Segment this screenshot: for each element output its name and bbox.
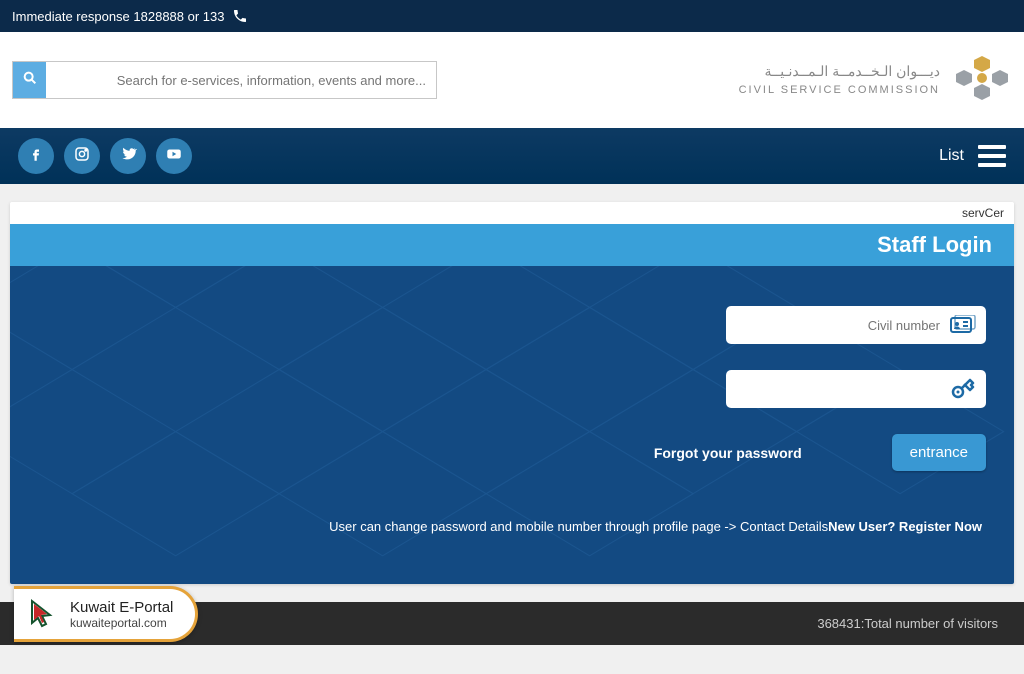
logo-text-english: CIVIL SERVICE COMMISSION: [739, 82, 940, 100]
topbar: Immediate response 1828888 or 133: [0, 0, 1024, 32]
visitor-count: 368431:Total number of visitors: [817, 616, 998, 631]
social-links: [18, 138, 192, 174]
facebook-icon: [27, 145, 45, 168]
card-title: Staff Login: [10, 224, 1014, 266]
immediate-response-text: Immediate response 1828888 or 133: [12, 9, 224, 24]
search-button[interactable]: [13, 62, 46, 98]
search-icon: [22, 70, 38, 91]
list-menu-label[interactable]: List: [939, 147, 964, 165]
twitter-link[interactable]: [110, 138, 146, 174]
twitter-icon: [119, 145, 137, 168]
forgot-password-link[interactable]: Forgot your password: [654, 445, 802, 461]
phone-icon: [232, 8, 248, 24]
servcer-label: servCer: [10, 202, 1014, 224]
instagram-icon: [73, 145, 91, 168]
header: ديـــوان الـخــدمــة الـمــدنـيــة CIVIL…: [0, 32, 1024, 128]
portal-title: Kuwait E-Portal: [70, 599, 173, 616]
logo-text-arabic: ديـــوان الـخــدمــة الـمــدنـيــة: [739, 60, 940, 82]
login-card: servCer Staff Login: [10, 202, 1014, 584]
logo-mark-icon: [952, 50, 1012, 110]
portal-badge[interactable]: Kuwait E-Portal kuwaiteportal.com: [14, 586, 198, 642]
portal-sub: kuwaiteportal.com: [70, 616, 173, 630]
facebook-link[interactable]: [18, 138, 54, 174]
civil-number-input[interactable]: [736, 318, 940, 333]
instagram-link[interactable]: [64, 138, 100, 174]
hamburger-menu[interactable]: [978, 145, 1006, 167]
logo: ديـــوان الـخــدمــة الـمــدنـيــة CIVIL…: [739, 50, 1012, 110]
youtube-link[interactable]: [156, 138, 192, 174]
search-bar: [12, 61, 437, 99]
profile-note: User can change password and mobile numb…: [329, 519, 828, 534]
key-icon: [950, 378, 976, 400]
password-input[interactable]: [736, 382, 940, 397]
card-body: Forgot your password entrance User can c…: [10, 266, 1014, 584]
hamburger-line-icon: [978, 154, 1006, 158]
hamburger-line-icon: [978, 145, 1006, 149]
navbar: List: [0, 128, 1024, 184]
main: servCer Staff Login: [0, 184, 1024, 602]
civil-number-field[interactable]: [726, 306, 986, 344]
hamburger-line-icon: [978, 163, 1006, 167]
entrance-button[interactable]: entrance: [892, 434, 986, 471]
search-input[interactable]: [46, 62, 436, 98]
youtube-icon: [165, 145, 183, 168]
register-link[interactable]: New User? Register Now: [828, 519, 982, 534]
password-field[interactable]: [726, 370, 986, 408]
cursor-icon: [26, 597, 60, 631]
id-card-icon: [950, 314, 976, 336]
